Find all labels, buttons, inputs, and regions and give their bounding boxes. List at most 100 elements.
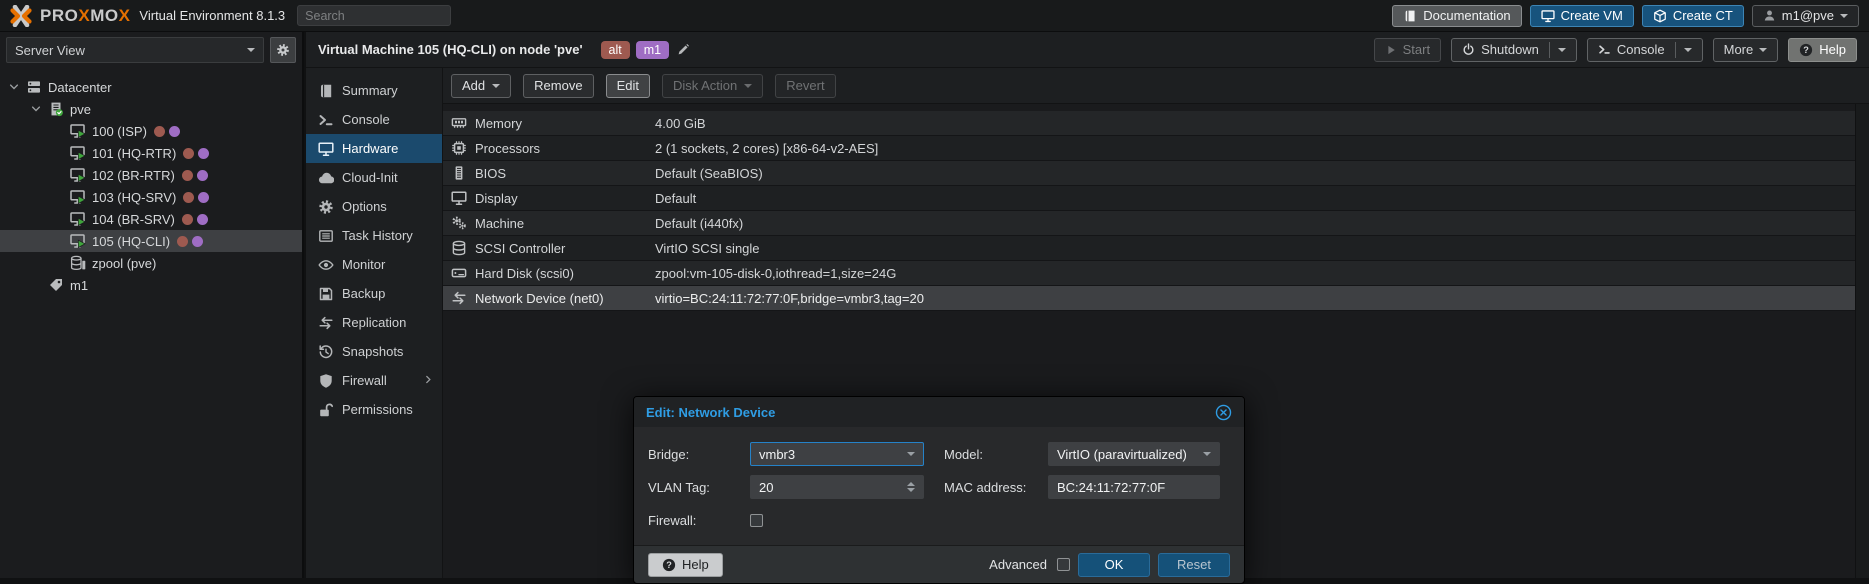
config-menu-item[interactable]: Console: [306, 105, 442, 134]
config-menu-item[interactable]: Snapshots: [306, 337, 442, 366]
hardware-row[interactable]: BIOS Default (SeaBIOS): [443, 161, 1856, 186]
vm-tag[interactable]: m1: [636, 41, 669, 59]
tree-item[interactable]: 101 (HQ-RTR): [0, 142, 302, 164]
tree-item[interactable]: 100 (ISP): [0, 120, 302, 142]
config-menu-item[interactable]: Firewall: [306, 366, 442, 395]
hardware-grid: Memory 4.00 GiB Processors 2 (1 sockets,…: [443, 111, 1856, 311]
user-menu-button[interactable]: m1@pve: [1752, 5, 1859, 27]
toolbar-button[interactable]: Remove: [523, 74, 593, 98]
play-icon: [1385, 44, 1397, 56]
hardware-row[interactable]: SCSI Controller VirtIO SCSI single: [443, 236, 1856, 261]
tree-item[interactable]: pve: [0, 98, 302, 120]
reset-button[interactable]: Reset: [1158, 553, 1230, 577]
dialog-help-button[interactable]: Help: [648, 553, 723, 577]
bridge-combo[interactable]: vmbr3: [750, 442, 924, 466]
chevron-down-icon[interactable]: [1684, 48, 1692, 52]
search-input[interactable]: [297, 5, 451, 26]
mac-address-field[interactable]: BC:24:11:72:77:0F: [1048, 475, 1220, 499]
hardware-row[interactable]: Machine Default (i440fx): [443, 211, 1856, 236]
tree-item[interactable]: 104 (BR-SRV): [0, 208, 302, 230]
console-split-button[interactable]: Console: [1587, 38, 1703, 62]
tag-dot: [182, 214, 193, 225]
hardware-row-value: virtio=BC:24:11:72:77:0F,bridge=vmbr3,ta…: [655, 291, 924, 306]
config-menu-item[interactable]: Permissions: [306, 395, 442, 424]
tree-item[interactable]: 102 (BR-RTR): [0, 164, 302, 186]
hardware-row[interactable]: Memory 4.00 GiB: [443, 111, 1856, 136]
tag-dot: [154, 126, 165, 137]
hardware-row-value: 4.00 GiB: [655, 116, 706, 131]
tag-dots: [183, 148, 209, 159]
memory-icon: [451, 115, 467, 131]
scrollbar-track[interactable]: [1855, 104, 1869, 578]
menu-item-label: Monitor: [342, 257, 385, 272]
create-ct-button[interactable]: Create CT: [1642, 5, 1744, 27]
shutdown-label: Shutdown: [1481, 42, 1539, 57]
vlan-tag-spinner[interactable]: 20: [750, 475, 924, 499]
chevron-down-icon: [247, 48, 255, 52]
console-label: Console: [1617, 42, 1665, 57]
chevron-down-icon[interactable]: [1203, 452, 1211, 456]
menu-item-label: Cloud-Init: [342, 170, 398, 185]
chevron-down-icon[interactable]: [1558, 48, 1566, 52]
help-button[interactable]: Help: [1788, 38, 1857, 62]
config-menu-item[interactable]: Task History: [306, 221, 442, 250]
toolbar-button[interactable]: Edit: [606, 74, 650, 98]
documentation-button[interactable]: Documentation: [1392, 5, 1521, 27]
hardware-row-label: Processors: [475, 141, 655, 156]
advanced-checkbox[interactable]: [1057, 558, 1070, 571]
bridge-label: Bridge:: [648, 447, 750, 462]
start-button[interactable]: Start: [1374, 38, 1441, 62]
node-icon: [48, 101, 64, 117]
hardware-row[interactable]: Network Device (net0) virtio=BC:24:11:72…: [443, 286, 1856, 311]
expand-caret-icon[interactable]: [8, 81, 26, 93]
hardware-row[interactable]: Processors 2 (1 sockets, 2 cores) [x86-6…: [443, 136, 1856, 161]
start-label: Start: [1403, 42, 1430, 57]
list-icon: [318, 228, 334, 244]
tag-dot: [177, 236, 188, 247]
config-menu-item[interactable]: Hardware: [306, 134, 442, 163]
spinner-arrows-icon[interactable]: [907, 482, 915, 492]
hardware-row[interactable]: Hard Disk (scsi0) zpool:vm-105-disk-0,io…: [443, 261, 1856, 286]
config-menu-item[interactable]: Monitor: [306, 250, 442, 279]
toolbar-button[interactable]: Revert: [775, 74, 835, 98]
advanced-label: Advanced: [989, 557, 1047, 572]
tree-item[interactable]: 105 (HQ-CLI): [0, 230, 302, 252]
edit-tags-pencil-icon[interactable]: [677, 43, 690, 56]
tree-item[interactable]: 103 (HQ-SRV): [0, 186, 302, 208]
hardware-row[interactable]: Display Default: [443, 186, 1856, 211]
model-combo[interactable]: VirtIO (paravirtualized): [1048, 442, 1220, 466]
toolbar-button[interactable]: Disk Action: [662, 74, 763, 98]
config-menu-item[interactable]: Options: [306, 192, 442, 221]
tree-item[interactable]: zpool (pve): [0, 252, 302, 274]
config-menu-item[interactable]: Replication: [306, 308, 442, 337]
vm-tag[interactable]: alt: [601, 41, 630, 59]
config-menu-item[interactable]: Backup: [306, 279, 442, 308]
tree-item[interactable]: m1: [0, 274, 302, 296]
toolbar-button-label: Add: [462, 78, 485, 93]
config-menu-item[interactable]: Cloud-Init: [306, 163, 442, 192]
key-icon: [318, 402, 334, 418]
dialog-footer: Help Advanced OK Reset: [634, 545, 1244, 583]
vm-icon: [70, 145, 86, 161]
more-button[interactable]: More: [1713, 38, 1779, 62]
shutdown-split-button[interactable]: Shutdown: [1451, 38, 1577, 62]
tree-item[interactable]: Datacenter: [0, 76, 302, 98]
chevron-down-icon[interactable]: [907, 452, 915, 456]
view-selector-combo[interactable]: Server View: [6, 37, 264, 63]
expand-caret-icon[interactable]: [30, 103, 48, 115]
ok-button[interactable]: OK: [1078, 553, 1150, 577]
vlan-tag-label: VLAN Tag:: [648, 480, 750, 495]
resource-tree: Datacenter pve 100 (ISP) 101 (HQ-RTR): [0, 76, 302, 296]
config-menu-item[interactable]: Summary: [306, 76, 442, 105]
tag-dots: [177, 236, 203, 247]
user-icon: [1763, 9, 1776, 22]
bios-icon: [451, 165, 467, 181]
top-bar: PROXMOX Virtual Environment 8.1.3 Docume…: [0, 0, 1869, 32]
firewall-checkbox[interactable]: [750, 514, 763, 527]
toolbar-button[interactable]: Add: [451, 74, 511, 98]
dialog-header[interactable]: Edit: Network Device: [634, 397, 1244, 427]
create-vm-button[interactable]: Create VM: [1530, 5, 1634, 27]
sidebar-settings-button[interactable]: [270, 37, 296, 63]
hardware-toolbar: Add Remove Edit Disk Action: [443, 68, 1869, 104]
close-icon[interactable]: [1215, 404, 1232, 421]
